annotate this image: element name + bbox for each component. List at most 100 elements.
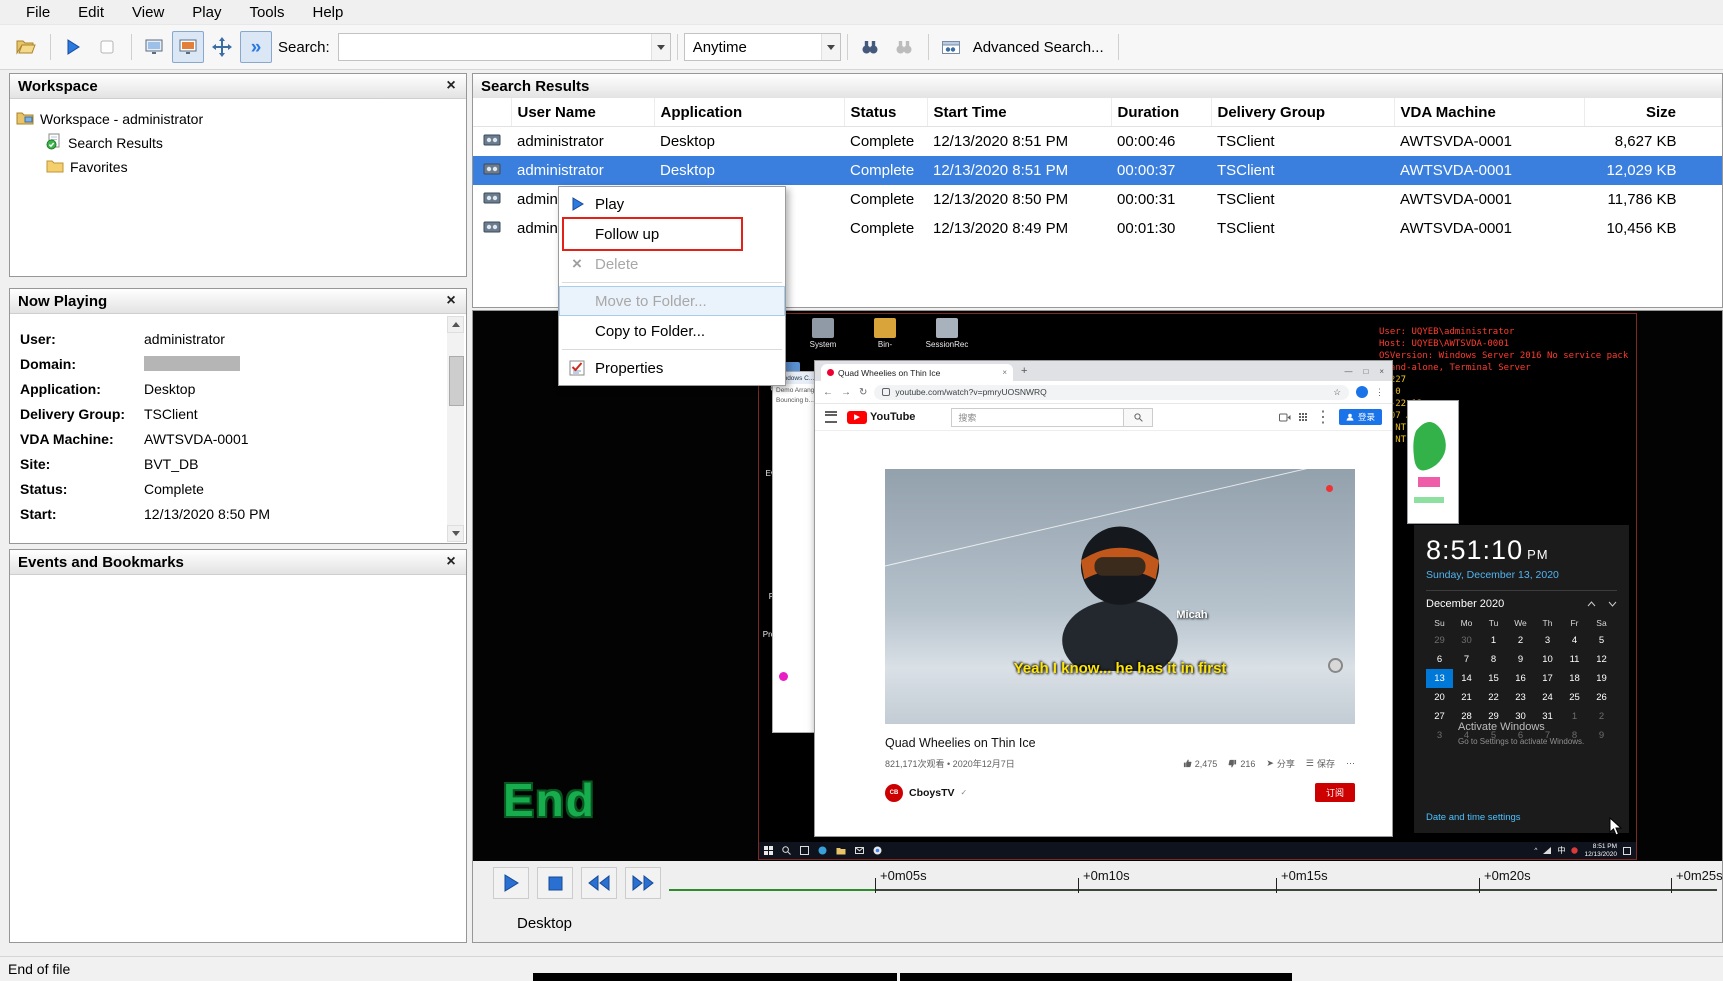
playback-timeline[interactable]: +0m05s+0m10s+0m15s+0m20s+0m25s (669, 863, 1721, 903)
cell-start-time: 12/13/2020 8:51 PM (927, 156, 1111, 185)
tree-item-favorites[interactable]: Favorites (46, 155, 460, 179)
calendar-dow: Tu (1480, 615, 1507, 631)
sign-in-button: 登录 (1339, 409, 1382, 425)
tree-item-search-results[interactable]: Search Results (46, 131, 460, 155)
advanced-search-label[interactable]: Advanced Search... (973, 39, 1104, 56)
column-header-icon[interactable] (473, 98, 511, 127)
workspace-root-icon (16, 111, 34, 128)
cropped-window-fragment (900, 973, 1292, 981)
context-menu-item-copy-to-folder[interactable]: Copy to Folder... (559, 316, 785, 346)
advanced-search-icon[interactable] (935, 31, 967, 63)
subscribe-button: 订阅 (1315, 783, 1355, 802)
desktop-icon-glyph (812, 318, 834, 338)
desktop-icon-glyph (936, 318, 958, 338)
stop-button[interactable] (537, 867, 573, 899)
search-dropdown-icon[interactable] (651, 34, 670, 60)
play-icon[interactable] (57, 31, 89, 63)
binoculars-search-icon[interactable] (854, 31, 886, 63)
player-panel: End SystemBin-SessionRec Citrix HDX Moni… (472, 310, 1723, 943)
tree-item-workspace-root[interactable]: Workspace - administrator (16, 107, 460, 131)
fast-mode-icon[interactable]: » (240, 31, 272, 63)
chrome-tab-bar: Quad Wheelies on Thin Ice × + — □ × (815, 361, 1392, 381)
scale-to-size-icon[interactable] (138, 31, 170, 63)
context-menu-item-play[interactable]: Play (559, 189, 785, 219)
close-icon[interactable]: × (442, 78, 460, 94)
youtube-header-icons: ⋮ 登录 (1279, 407, 1382, 427)
cell-size: 11,786 KB (1584, 185, 1722, 214)
maximize-icon: □ (1363, 367, 1368, 376)
column-header-user-name[interactable]: User Name (511, 98, 654, 127)
fast-forward-button[interactable] (625, 867, 661, 899)
session-row[interactable]: administratorDesktopComplete12/13/2020 8… (473, 156, 1722, 185)
calendar-day: 22 (1480, 688, 1507, 707)
menu-tools[interactable]: Tools (235, 2, 298, 23)
close-icon[interactable]: × (442, 293, 460, 309)
context-menu-item-properties[interactable]: Properties (559, 353, 785, 383)
menu-play[interactable]: Play (178, 2, 235, 23)
search-results-titlebar: Search Results (473, 74, 1722, 99)
calendar-day: 9 (1588, 726, 1615, 745)
scrollbar-thumb[interactable] (449, 356, 464, 406)
menu-view[interactable]: View (118, 2, 178, 23)
desktop-icon-bin: Bin- (857, 318, 913, 349)
red-dot (1326, 485, 1333, 492)
toolbar-separator (131, 34, 132, 60)
column-header-delivery-group[interactable]: Delivery Group (1211, 98, 1394, 127)
chrome-window: Quad Wheelies on Thin Ice × + — □ × ← (815, 361, 1392, 836)
hamburger-menu-icon (825, 411, 837, 423)
menu-separator (562, 282, 782, 283)
rewind-button[interactable] (581, 867, 617, 899)
column-header-duration[interactable]: Duration (1111, 98, 1211, 127)
time-filter-combobox[interactable]: Anytime (684, 33, 841, 61)
context-menu-item-follow-up[interactable]: Follow up (559, 219, 785, 249)
cell-status: Complete (844, 214, 927, 243)
search-combobox (338, 33, 671, 61)
calendar-day: 29 (1426, 631, 1453, 650)
cell-size: 8,627 KB (1584, 127, 1722, 157)
desktop-icons-top: SystemBin-SessionRec (795, 318, 975, 356)
cell-user-name: administrator (511, 127, 654, 157)
context-menu: PlayFollow up×DeleteMove to Folder...Cop… (558, 186, 786, 386)
session-row[interactable]: administratorDesktopComplete12/13/2020 8… (473, 127, 1722, 157)
task-view-icon (800, 846, 809, 855)
menu-edit[interactable]: Edit (64, 2, 118, 23)
save-action: ☰保存 (1306, 757, 1335, 770)
time-filter-dropdown-icon[interactable] (821, 34, 840, 60)
close-icon[interactable]: × (442, 554, 460, 570)
channel-watermark (1328, 658, 1343, 673)
scrollbar[interactable] (447, 316, 464, 542)
field-label: User: (20, 331, 144, 347)
menu-help[interactable]: Help (299, 2, 358, 23)
calendar-day: 20 (1426, 688, 1453, 707)
scroll-up-icon[interactable] (447, 316, 464, 333)
pan-icon[interactable] (206, 31, 238, 63)
play-button[interactable] (493, 867, 529, 899)
search-label: Search: (278, 39, 330, 56)
column-header-application[interactable]: Application (654, 98, 844, 127)
column-header-start-time[interactable]: Start Time (927, 98, 1111, 127)
browser-action-icons: ⋮ (1356, 386, 1384, 398)
cell-start-time: 12/13/2020 8:50 PM (927, 185, 1111, 214)
column-header-status[interactable]: Status (844, 98, 927, 127)
menu-file[interactable]: File (12, 2, 64, 23)
youtube-search-placeholder: 搜索 (952, 411, 1123, 424)
time-filter-value: Anytime (685, 39, 821, 56)
now-playing-field-status: Status:Complete (20, 476, 438, 501)
table-header-row: User NameApplicationStatusStart TimeDura… (473, 98, 1722, 127)
end-of-recording-overlay: End (503, 773, 596, 827)
calendar-dow: We (1507, 615, 1534, 631)
cell-size: 12,029 KB (1584, 156, 1722, 185)
search-input[interactable] (339, 36, 651, 58)
open-folder-icon[interactable] (10, 31, 42, 63)
stop-icon[interactable] (91, 31, 123, 63)
field-label: Site: (20, 456, 144, 472)
calendar-day: 1 (1480, 631, 1507, 650)
scroll-down-icon[interactable] (447, 525, 464, 542)
column-header-size[interactable]: Size (1584, 98, 1722, 127)
column-header-vda-machine[interactable]: VDA Machine (1394, 98, 1584, 127)
notification-icon (1623, 847, 1631, 855)
fit-to-window-icon[interactable] (172, 31, 204, 63)
calendar-day: 3 (1426, 726, 1453, 745)
field-label: Delivery Group: (20, 406, 144, 422)
clock-time: 8:51:10PM (1426, 535, 1617, 566)
